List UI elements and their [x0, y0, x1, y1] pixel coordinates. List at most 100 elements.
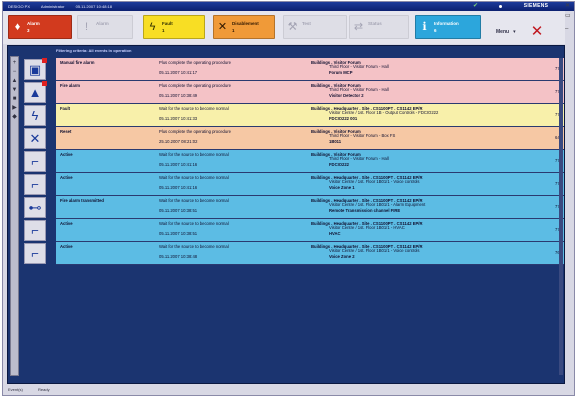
event-hint: Wait for the source to become normal	[159, 244, 229, 249]
event-element-name: Voice Zone 2	[329, 254, 355, 259]
event-row[interactable]: Fire alarm transmitted Wait for the sourc…	[56, 196, 564, 219]
event-row[interactable]: Active Wait for the source to become norm…	[56, 242, 564, 265]
app-window: DESIGO PX Administrator 05.11.2007 10:48…	[2, 1, 575, 396]
event-element-name: Remote Transmission channel FIRE	[329, 208, 401, 213]
event-row[interactable]: Fire alarm Plus complete the operating pr…	[56, 81, 564, 104]
event-row[interactable]: Active Wait for the source to become norm…	[56, 150, 564, 173]
left-tool-icon[interactable]: ▶	[11, 105, 18, 111]
alarm-grey-icon: !	[84, 21, 89, 33]
event-element-name: Visitor Detector 2	[329, 93, 364, 98]
summary-alarm2-button[interactable]: ! Alarm	[77, 15, 133, 39]
event-datetime: 05.11.2007 10:38:51	[159, 208, 198, 213]
event-name: Manual fire alarm	[60, 60, 95, 65]
event-name: Active	[60, 152, 73, 157]
summary-information-button[interactable]: ℹ Information 6	[415, 15, 481, 39]
summary-alarm-label: Alarm	[27, 21, 40, 26]
event-location-detail: Third Floor - Visitor Forum - Hall	[329, 64, 389, 69]
fault-icon[interactable]: ϟ	[24, 105, 46, 126]
status-right: Ready	[38, 387, 50, 392]
scrollbar[interactable]	[559, 58, 563, 375]
event-datetime: 05.11.2007 10:38:51	[159, 231, 198, 236]
check-icon[interactable]: ✔	[473, 3, 482, 10]
event-element-name: HVAC	[329, 231, 341, 236]
event-name: Active	[60, 244, 73, 249]
left-tool-icon[interactable]: ◆	[11, 114, 18, 120]
event-datetime: 25.10.2007 08:21:02	[159, 139, 198, 144]
event-element-name: Forum MCP	[329, 70, 353, 75]
left-toolbar: + − ▲ ▼ ■ ▶ ◆	[10, 56, 19, 376]
test-icon: ⚒	[287, 21, 298, 33]
transmission-icon[interactable]: ⊷	[24, 197, 46, 218]
left-tool-icon[interactable]: ■	[11, 96, 18, 102]
event-datetime: 05.11.2007 10:41:16	[159, 162, 198, 167]
event-row[interactable]: Active Wait for the source to become norm…	[56, 173, 564, 196]
summary-information-label: Information	[434, 21, 459, 26]
event-datetime: 05.11.2007 10:38:48	[159, 254, 198, 259]
event-row[interactable]: Reset Plus complete the operating procedu…	[56, 127, 564, 150]
summary-information-count: 6	[434, 28, 437, 33]
alarm-bell-icon: ♦	[14, 21, 21, 33]
title-datetime: 05.11.2007 10:48:18	[75, 4, 112, 9]
event-name: Fire alarm transmitted	[60, 198, 104, 203]
event-hint: Plus complete the operating procedure	[159, 129, 231, 134]
app-name: DESIGO PX	[8, 4, 31, 9]
event-location-detail: Visitor Centre / 1st. Floor 1B01/1 - Voi…	[329, 179, 420, 184]
event-summary-bar: ♦ Alarm 3 ! Alarm ϟ Fault 1 ✕ Disablemen…	[3, 11, 565, 44]
reset-icon[interactable]: ✕	[24, 128, 46, 149]
status-bar: Event(s) Ready	[3, 385, 574, 395]
title-bar: DESIGO PX Administrator 05.11.2007 10:48…	[3, 2, 574, 11]
event-datetime: 05.11.2007 10:41:17	[159, 70, 198, 75]
left-tool-icon[interactable]: ▼	[11, 87, 18, 93]
information-icon: ℹ	[422, 21, 427, 33]
active-icon[interactable]: ⌐	[24, 243, 46, 264]
event-name: Fault	[60, 106, 71, 111]
summary-status-label: Status	[368, 21, 382, 26]
left-tool-icon[interactable]: +	[11, 60, 18, 66]
event-element-name: 1B011	[329, 139, 342, 144]
chevron-down-icon: ▾	[513, 29, 516, 35]
summary-disablement-label: Disablement	[232, 21, 259, 26]
active-icon[interactable]: ⌐	[24, 174, 46, 195]
event-hint: Wait for the source to become normal	[159, 106, 229, 111]
brand-logo: SIEMENS	[523, 3, 549, 9]
mute-buzzer-icon[interactable]: ✕	[529, 24, 545, 40]
window-controls: ✕ ▭ _	[564, 2, 573, 42]
status-icon: ⇄	[353, 21, 364, 33]
event-location-detail: Third Floor - Visitor Forum - Hall	[329, 156, 389, 161]
summary-disablement-button[interactable]: ✕ Disablement 1	[213, 15, 275, 39]
summary-alarm-count: 3	[27, 28, 30, 33]
active-icon[interactable]: ⌐	[24, 151, 46, 172]
active-icon[interactable]: ⌐	[24, 220, 46, 241]
menu-button[interactable]: Menu ▾	[496, 29, 516, 35]
event-row[interactable]: Manual fire alarm Plus complete the opera…	[56, 58, 564, 81]
event-hint: Plus complete the operating procedure	[159, 83, 231, 88]
minimize-icon[interactable]: _	[565, 23, 572, 30]
summary-fault-button[interactable]: ϟ Fault 1	[143, 15, 205, 39]
event-datetime: 05.11.2007 10:41:33	[159, 116, 198, 121]
summary-alarm-button[interactable]: ♦ Alarm 3	[8, 15, 72, 39]
menu-label: Menu	[496, 29, 510, 35]
event-name: Reset	[60, 129, 72, 134]
left-tool-icon[interactable]: −	[11, 69, 18, 75]
event-name: Active	[60, 175, 73, 180]
event-element-name: FDCIO222 001	[329, 116, 358, 121]
event-location-detail: Visitor Centre / 1st. Floor 1B01/1 - HVA…	[329, 225, 405, 230]
left-tool-icon[interactable]: ▲	[11, 78, 18, 84]
dot-icon	[499, 5, 502, 8]
summary-test-button[interactable]: ⚒ Test	[283, 15, 347, 39]
event-row[interactable]: Fault Wait for the source to become norma…	[56, 104, 564, 127]
user-name: Administrator	[40, 4, 65, 9]
summary-status-button[interactable]: ⇄ Status	[349, 15, 409, 39]
summary-disablement-count: 1	[232, 28, 235, 33]
event-hint: Wait for the source to become normal	[159, 221, 229, 226]
manual-alarm-icon[interactable]: ▣	[24, 58, 47, 80]
maximize-icon[interactable]: ▭	[565, 13, 572, 20]
filter-criteria-text: Filtering criteria: All events in operat…	[56, 48, 132, 53]
fire-alarm-icon[interactable]: ▲	[24, 81, 47, 103]
event-list-panel: Filtering criteria: All events in operat…	[7, 45, 565, 384]
event-row[interactable]: Active Wait for the source to become norm…	[56, 219, 564, 242]
event-hint: Wait for the source to become normal	[159, 152, 229, 157]
summary-test-label: Test	[302, 21, 311, 26]
close-icon[interactable]: ✕	[565, 3, 572, 10]
disablement-cross-icon: ✕	[217, 21, 228, 33]
